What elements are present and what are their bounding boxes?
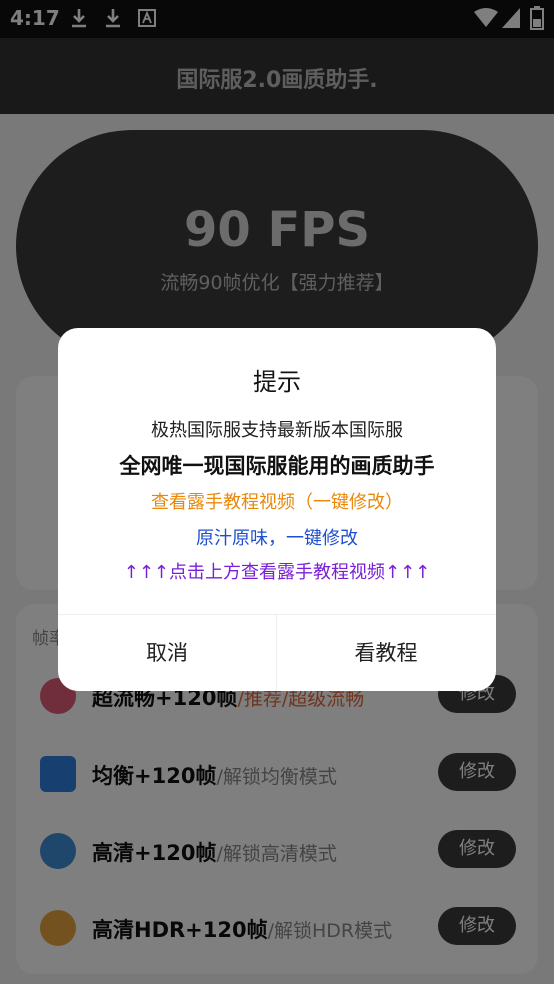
dialog-line-5: ↑↑↑点击上方查看露手教程视频↑↑↑ (123, 562, 431, 583)
dialog-line-1: 极热国际服支持最新版本国际服 (151, 420, 403, 441)
dialog-title: 提示 (253, 368, 301, 396)
dialog-line-2: 全网唯一现国际服能用的画质助手 (119, 454, 435, 478)
tip-dialog: 提示 极热国际服支持最新版本国际服 全网唯一现国际服能用的画质助手 查看露手教程… (58, 328, 496, 691)
tutorial-link[interactable]: 查看露手教程视频（一键修改） (58, 488, 496, 514)
dialog-actions: 取消 看教程 (58, 614, 496, 691)
cancel-button[interactable]: 取消 (58, 615, 276, 691)
view-tutorial-button[interactable]: 看教程 (277, 615, 495, 691)
dialog-line-4: 原汁原味，一键修改 (196, 528, 358, 549)
